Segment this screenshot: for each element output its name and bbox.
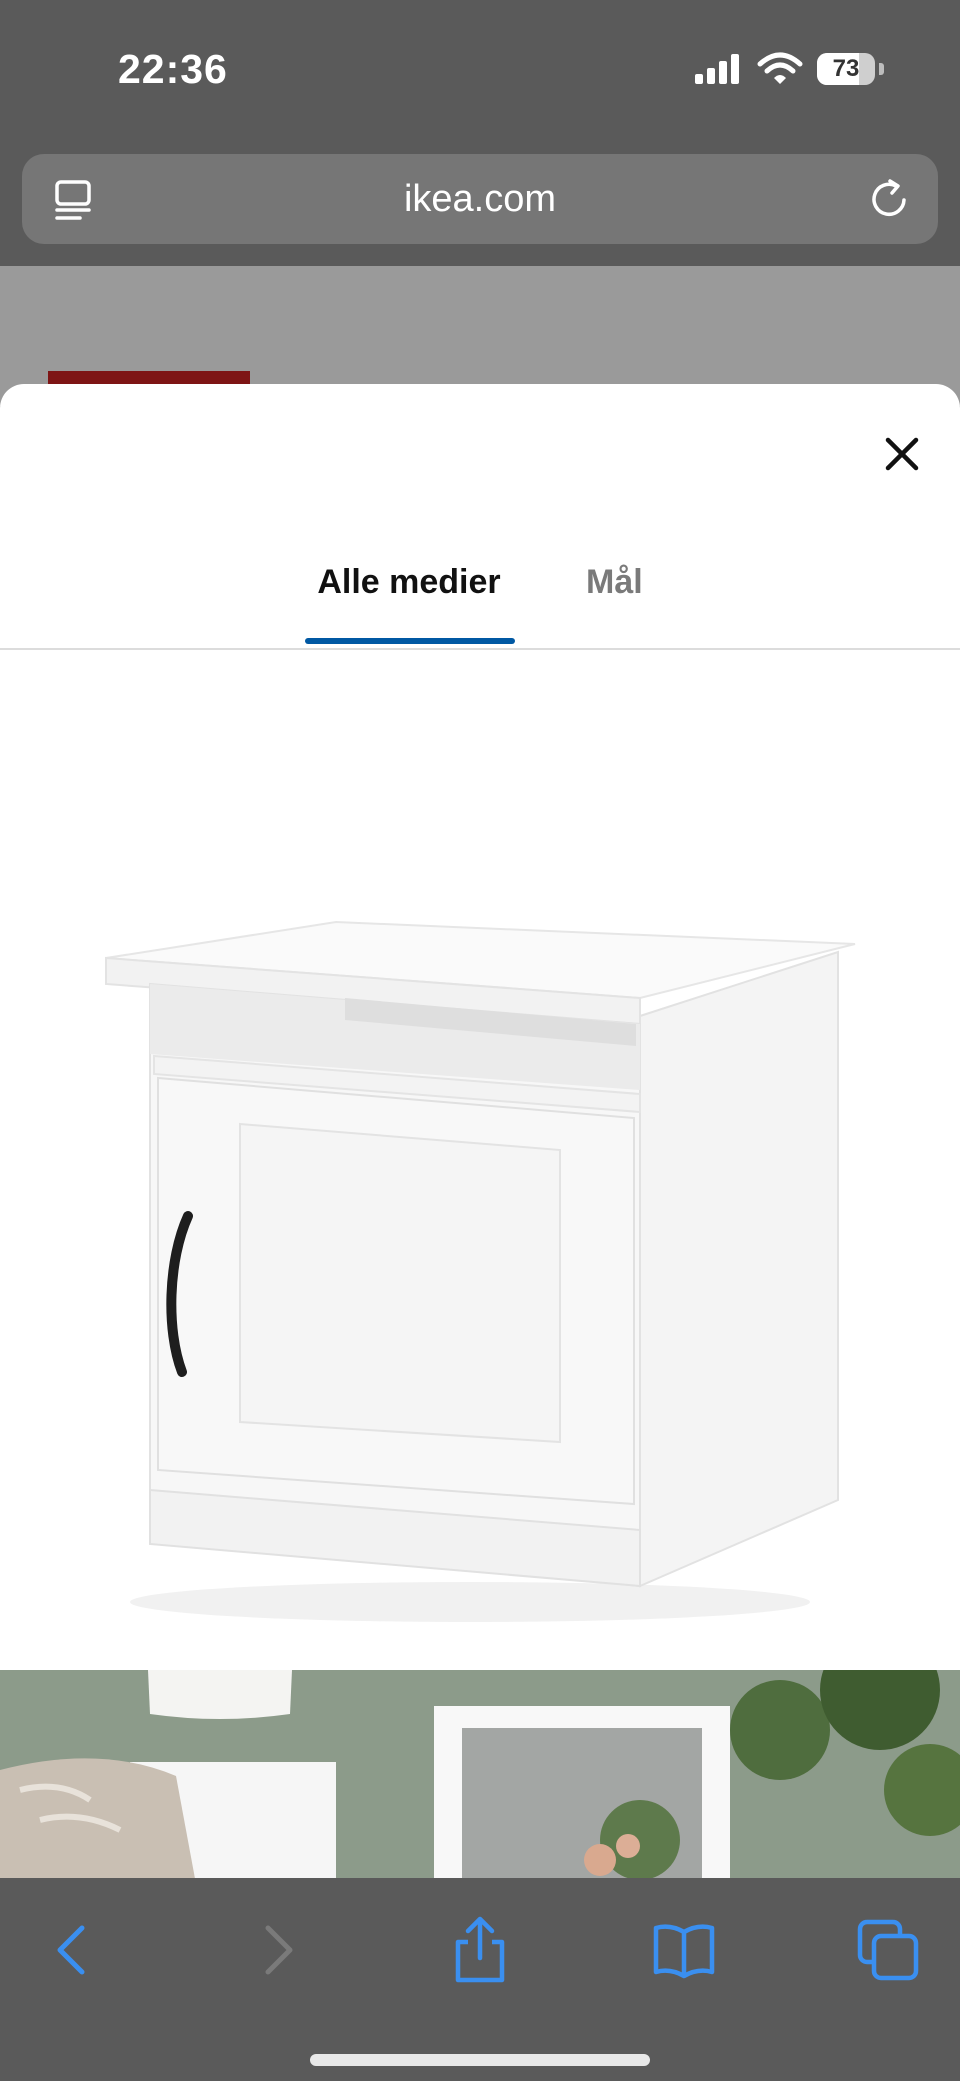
- browser-toolbar: [0, 1878, 960, 2081]
- status-time: 22:36: [118, 46, 228, 92]
- bookmarks-icon[interactable]: [648, 1914, 720, 1986]
- signal-icon: [695, 54, 739, 84]
- url-text[interactable]: ikea.com: [22, 154, 938, 244]
- home-indicator: [310, 2054, 650, 2066]
- address-bar[interactable]: ikea.com: [22, 154, 938, 244]
- tabs-icon[interactable]: [852, 1914, 924, 1986]
- media-tabs: Alle medier Mål: [0, 562, 960, 634]
- close-icon[interactable]: [874, 426, 930, 482]
- share-icon[interactable]: [444, 1914, 516, 1986]
- reload-icon[interactable]: [866, 176, 912, 222]
- battery-tip: [879, 63, 884, 75]
- forward-icon[interactable]: [242, 1914, 314, 1986]
- tab-all-media[interactable]: Alle medier: [304, 562, 514, 602]
- media-sheet: Alle medier Mål: [0, 384, 960, 1884]
- active-tab-indicator: [305, 638, 515, 644]
- status-bar: 22:36 73: [0, 0, 960, 140]
- battery-level: 73: [832, 55, 860, 82]
- back-icon[interactable]: [36, 1914, 108, 1986]
- battery-icon: 73: [817, 53, 875, 85]
- wifi-icon: [757, 52, 803, 84]
- safari-page: 22:36 73 ikea.com Alle medier Mål: [0, 0, 960, 2081]
- tab-dimensions[interactable]: Mål: [586, 562, 643, 602]
- product-image[interactable]: [0, 650, 960, 1654]
- status-icons: 73: [693, 52, 884, 86]
- room-scene-image[interactable]: [0, 1670, 960, 1884]
